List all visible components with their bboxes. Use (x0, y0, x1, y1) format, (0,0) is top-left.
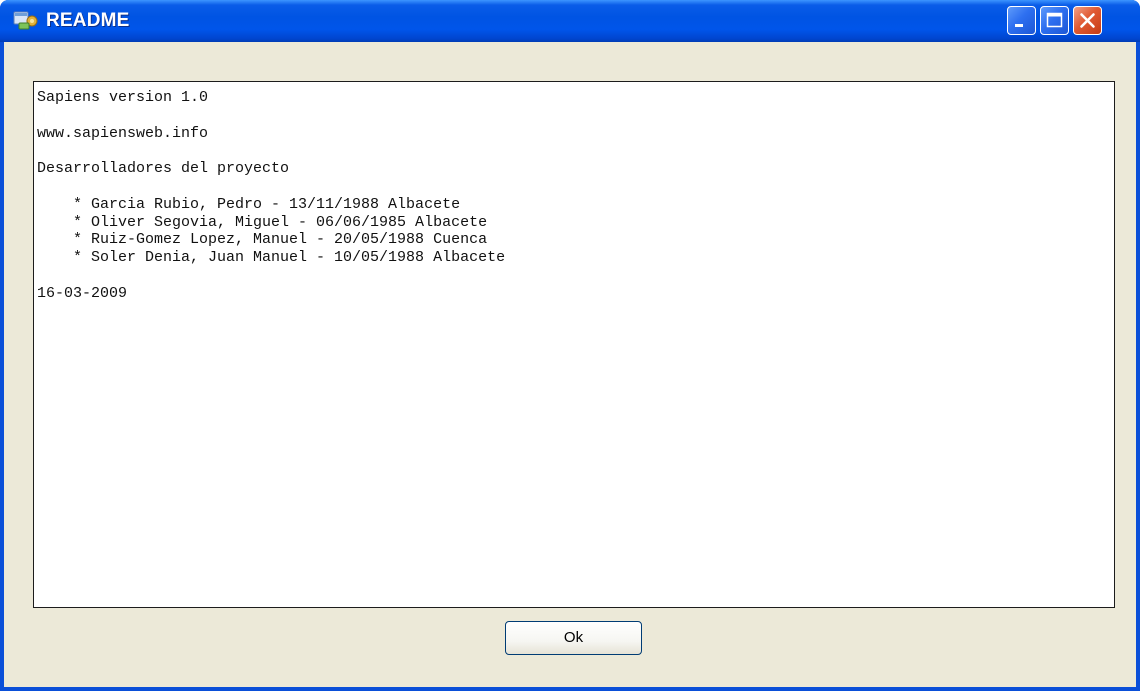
readme-line: * Oliver Segovia, Miguel - 06/06/1985 Al… (37, 213, 488, 231)
readme-line: * Ruiz-Gomez Lopez, Manuel - 20/05/1988 … (37, 231, 488, 249)
readme-line (37, 142, 1114, 160)
maximize-icon (1046, 12, 1063, 28)
ok-button[interactable]: Ok (505, 621, 642, 655)
readme-line: * Garcia Rubio, Pedro - 13/11/1988 Albac… (37, 195, 461, 213)
window-title: README (46, 10, 130, 31)
readme-line (37, 107, 1114, 125)
minimize-icon (1015, 24, 1023, 27)
close-button[interactable] (1073, 6, 1102, 35)
readme-window: README Sapiens version 1.0 www.sapiensweb… (0, 0, 1140, 691)
title-bar[interactable]: README (0, 0, 1140, 42)
readme-line: Desarrolladores del proyecto (37, 160, 290, 178)
minimize-button[interactable] (1007, 6, 1036, 35)
maximize-button[interactable] (1040, 6, 1069, 35)
close-icon (1080, 13, 1095, 28)
readme-line (37, 178, 1114, 196)
readme-line: 16-03-2009 (37, 284, 128, 302)
readme-text-area[interactable]: Sapiens version 1.0 www.sapiensweb.info De… (33, 81, 1115, 608)
readme-line: www.sapiensweb.info (37, 124, 209, 142)
window-client-area: Sapiens version 1.0 www.sapiensweb.info De… (4, 42, 1136, 687)
readme-line (37, 267, 1114, 285)
readme-line: * Soler Denia, Juan Manuel - 10/05/1988 … (37, 249, 506, 267)
readme-line: Sapiens version 1.0 (37, 89, 209, 106)
app-icon (13, 9, 39, 31)
